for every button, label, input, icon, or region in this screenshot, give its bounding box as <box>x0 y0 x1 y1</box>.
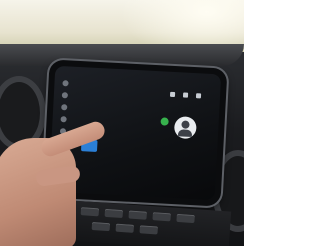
keypad-key[interactable] <box>131 102 148 115</box>
hand <box>0 138 76 246</box>
sidebar-icon[interactable] <box>62 80 69 87</box>
console-button[interactable] <box>80 207 100 217</box>
keypad-key[interactable] <box>83 99 100 112</box>
signal-icon <box>169 91 176 98</box>
call-icon[interactable] <box>160 117 169 126</box>
keypad-key[interactable] <box>84 79 101 92</box>
console-button[interactable] <box>115 223 135 233</box>
keypad-key[interactable] <box>105 140 122 153</box>
avatar-body <box>177 129 193 137</box>
contact-avatar-icon[interactable] <box>173 116 197 140</box>
keypad-key[interactable] <box>108 81 125 94</box>
avatar-head <box>181 120 190 129</box>
sidebar-icon[interactable] <box>61 92 69 99</box>
battery-icon <box>196 93 202 99</box>
console-button[interactable] <box>91 221 111 232</box>
console-button[interactable] <box>176 213 195 224</box>
console-button[interactable] <box>152 212 171 222</box>
console-button[interactable] <box>128 210 147 220</box>
console-button[interactable] <box>104 208 124 219</box>
keypad-key[interactable] <box>106 120 123 133</box>
car-interior-photo <box>0 0 244 246</box>
sidebar-icon[interactable] <box>61 104 68 111</box>
keypad-key[interactable] <box>132 82 149 95</box>
keypad-key[interactable] <box>107 101 124 114</box>
keypad-key[interactable] <box>129 142 146 155</box>
status-bar <box>169 82 214 99</box>
console-button[interactable] <box>139 225 158 235</box>
sidebar-icon[interactable] <box>60 116 67 123</box>
keypad-key[interactable] <box>130 122 147 135</box>
bluetooth-icon <box>183 92 189 98</box>
